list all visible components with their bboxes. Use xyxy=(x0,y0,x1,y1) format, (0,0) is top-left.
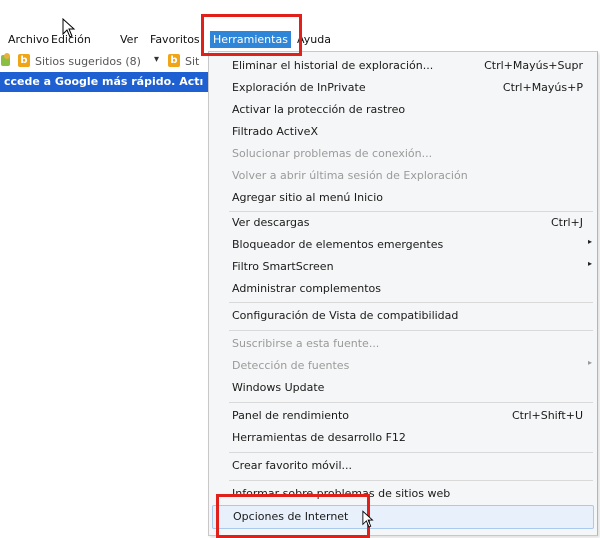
notification-bar[interactable]: ccede a Google más rápido. Actı xyxy=(0,72,219,92)
bing-icon: b xyxy=(18,54,30,67)
menu-separator xyxy=(229,452,593,453)
menu-item-add-to-start[interactable]: Agregar sitio al menú Inicio xyxy=(209,187,597,209)
menu-item-manage-addons[interactable]: Administrar complementos xyxy=(209,278,597,300)
menu-item-mobile-favorite[interactable]: Crear favorito móvil... xyxy=(209,455,597,477)
submenu-arrow-icon: ▸ xyxy=(587,259,592,268)
menu-item-fix-connection: Solucionar problemas de conexión... xyxy=(232,147,433,160)
menu-item-popup-blocker[interactable]: Bloqueador de elementos emergentes ▸ xyxy=(209,234,597,256)
menu-favoritos[interactable]: Favoritos xyxy=(150,33,200,46)
submenu-arrow-icon: ▸ xyxy=(587,237,592,246)
menu-item-compat-view[interactable]: Configuración de Vista de compatibilidad xyxy=(209,305,597,327)
cursor-arrow-icon xyxy=(62,18,76,38)
favorites-bar: b Sitios sugeridos (8) ▾ b Sit xyxy=(0,51,215,71)
menu-item-smartscreen[interactable]: Filtro SmartScreen ▸ xyxy=(209,256,597,278)
menu-item-tracking-protection[interactable]: Activar la protección de rastreo xyxy=(209,99,597,121)
add-favorite-icon[interactable] xyxy=(1,53,10,66)
menu-item-windows-update[interactable]: Windows Update xyxy=(209,377,597,399)
menu-item-feed-discovery: Detección de fuentes ▸ xyxy=(232,358,592,372)
menu-item-view-downloads[interactable]: Ver descargas Ctrl+J xyxy=(209,212,597,234)
menu-separator xyxy=(229,302,593,303)
tools-menu: Eliminar el historial de exploración... … xyxy=(208,51,598,536)
cursor-arrow-icon xyxy=(362,510,374,528)
chevron-down-icon[interactable]: ▾ xyxy=(154,54,159,65)
suggested-sites-link[interactable]: Sitios sugeridos (8) xyxy=(35,55,141,68)
menu-item-inprivate[interactable]: Exploración de InPrivate Ctrl+Mayús+P xyxy=(209,77,597,99)
bing-icon: b xyxy=(168,54,180,67)
menu-item-performance-dashboard[interactable]: Panel de rendimiento Ctrl+Shift+U xyxy=(209,405,597,427)
menu-separator xyxy=(229,402,593,403)
menu-item-reopen-session: Volver a abrir última sesión de Explorac… xyxy=(232,169,468,182)
annotation-box-tools-menu xyxy=(201,14,302,56)
menu-item-f12-tools[interactable]: Herramientas de desarrollo F12 xyxy=(209,427,597,449)
menu-item-delete-history[interactable]: Eliminar el historial de exploración... … xyxy=(209,55,597,77)
menu-archivo[interactable]: Archivo xyxy=(8,33,49,46)
menu-item-activex-filtering[interactable]: Filtrado ActiveX xyxy=(209,121,597,143)
submenu-arrow-icon: ▸ xyxy=(587,358,592,367)
menu-ver[interactable]: Ver xyxy=(120,33,138,46)
menu-separator xyxy=(229,480,593,481)
menu-item-subscribe-feed: Suscribirse a esta fuente... xyxy=(232,337,380,350)
favorite-link[interactable]: Sit xyxy=(185,55,199,68)
annotation-box-internet-options xyxy=(216,494,370,538)
menu-ayuda[interactable]: Ayuda xyxy=(297,33,331,46)
menu-separator xyxy=(229,330,593,331)
